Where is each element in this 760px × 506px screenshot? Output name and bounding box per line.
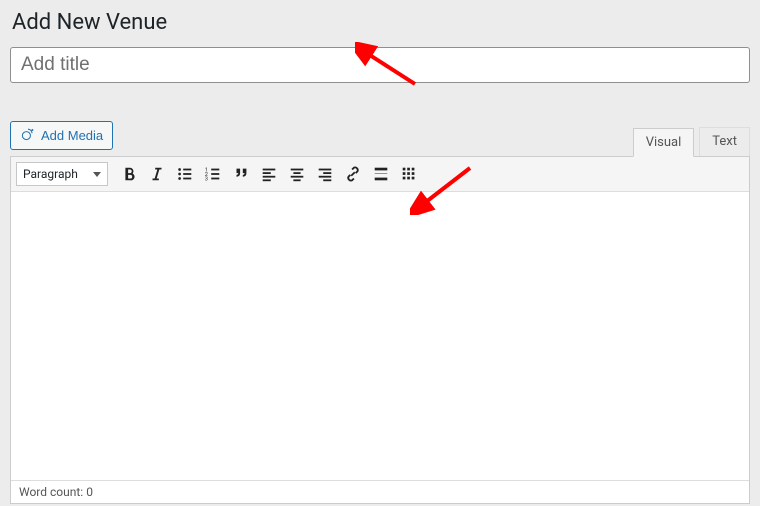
bulleted-list-icon[interactable] (172, 161, 198, 187)
editor-container: Paragraph 123 (10, 156, 750, 504)
blockquote-icon[interactable] (228, 161, 254, 187)
word-count-label: Word count: (19, 485, 83, 499)
title-input[interactable] (10, 47, 750, 83)
format-select-label: Paragraph (23, 167, 78, 181)
read-more-icon[interactable] (368, 161, 394, 187)
editor-toolbar: Paragraph 123 (11, 157, 749, 192)
align-right-icon[interactable] (312, 161, 338, 187)
tab-text[interactable]: Text (699, 127, 750, 156)
word-count-value: 0 (86, 485, 93, 499)
numbered-list-icon[interactable]: 123 (200, 161, 226, 187)
editor-statusbar: Word count: 0 (11, 480, 749, 503)
format-select[interactable]: Paragraph (16, 162, 108, 186)
toolbar-toggle-icon[interactable] (396, 161, 422, 187)
tab-visual[interactable]: Visual (633, 128, 695, 157)
svg-text:3: 3 (205, 176, 208, 182)
align-left-icon[interactable] (256, 161, 282, 187)
link-icon[interactable] (340, 161, 366, 187)
add-media-button[interactable]: Add Media (10, 121, 113, 150)
content-editor[interactable] (11, 192, 749, 480)
editor-tabs: Visual Text (628, 127, 750, 156)
italic-icon[interactable] (144, 161, 170, 187)
align-center-icon[interactable] (284, 161, 310, 187)
bold-icon[interactable] (116, 161, 142, 187)
page-title: Add New Venue (12, 10, 750, 35)
chevron-down-icon (93, 172, 101, 177)
add-media-label: Add Media (41, 128, 103, 143)
media-icon (20, 126, 36, 145)
